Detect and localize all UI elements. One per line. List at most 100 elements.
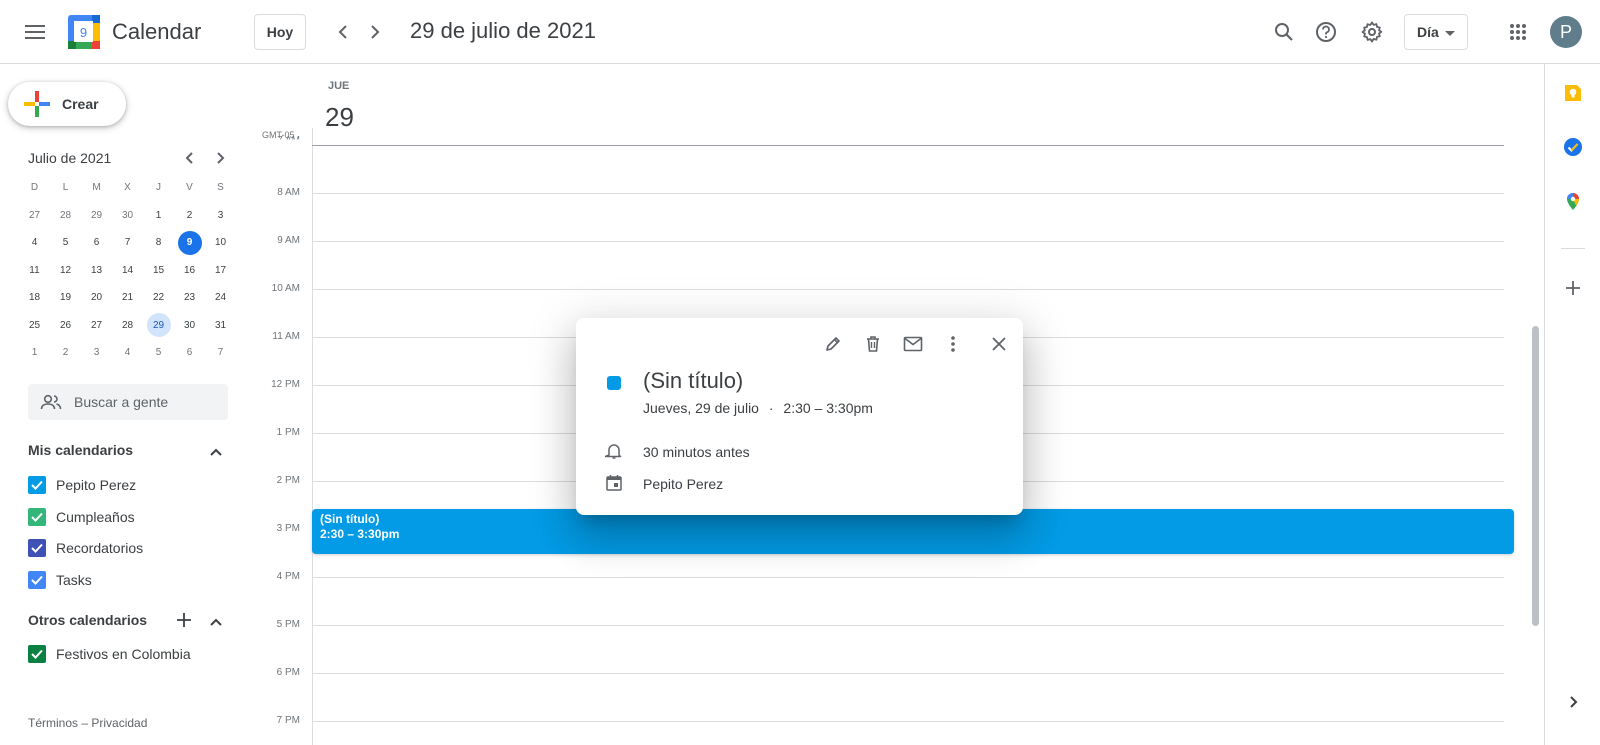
mini-calendar-day[interactable]: 9 (174, 230, 205, 255)
sidebar: Crear Julio de 2021 D L M X J V S 27 28 29 30 1 2 3 4 5… (0, 64, 256, 745)
mini-calendar-day[interactable]: 24 (205, 286, 236, 310)
hour-label: 10 AM (271, 283, 300, 294)
email-guests-button[interactable] (895, 326, 931, 362)
main-menu-button[interactable] (15, 12, 55, 52)
calendar-list-item[interactable]: Tasks (28, 570, 92, 589)
tasks-button[interactable] (1563, 137, 1583, 157)
mini-calendar-day[interactable]: 5 (50, 231, 81, 255)
google-apps-button[interactable] (1498, 12, 1538, 52)
mini-calendar-day[interactable]: 27 (19, 203, 50, 227)
mini-calendar-day[interactable]: 3 (81, 341, 112, 365)
calendar-list-item[interactable]: Recordatorios (28, 539, 143, 557)
mini-calendar-day[interactable]: 8 (143, 231, 174, 255)
mini-calendar-day[interactable]: 6 (174, 341, 205, 365)
mini-calendar-day[interactable]: 30 (174, 313, 205, 337)
mini-calendar-day[interactable]: 22 (143, 286, 174, 310)
mini-calendar-day-label: 11 (29, 264, 40, 276)
next-period-button[interactable] (355, 12, 395, 52)
calendar-event[interactable]: (Sin título) 2:30 – 3:30pm (312, 509, 1514, 554)
edit-event-button[interactable] (815, 326, 851, 362)
calendar-name: Tasks (56, 571, 92, 588)
mini-calendar-day[interactable]: 23 (174, 286, 205, 310)
maps-button[interactable] (1563, 191, 1583, 211)
mini-calendar-day-label: 30 (183, 319, 196, 331)
view-selector[interactable]: Día (1404, 14, 1468, 50)
more-options-button[interactable] (935, 326, 971, 362)
mini-calendar-day[interactable]: 21 (112, 286, 143, 310)
calendar-checkbox[interactable] (28, 539, 46, 557)
keep-button[interactable] (1563, 83, 1583, 103)
mini-calendar-day[interactable]: 29 (81, 203, 112, 227)
mini-calendar-day[interactable]: 5 (143, 341, 174, 365)
mini-calendar-day[interactable]: 20 (81, 286, 112, 310)
mini-calendar-day[interactable]: 28 (50, 203, 81, 227)
mini-calendar-day[interactable]: 4 (112, 341, 143, 365)
calendar-list-item[interactable]: Pepito Perez (28, 476, 136, 494)
create-button[interactable]: Crear (8, 82, 126, 126)
close-popup-button[interactable] (981, 326, 1017, 362)
calendar-checkbox[interactable] (28, 570, 46, 589)
mini-calendar-day[interactable]: 31 (205, 313, 236, 337)
get-addons-button[interactable] (1563, 278, 1583, 298)
weekday-label: L (62, 182, 69, 194)
calendar-checkbox[interactable] (28, 507, 46, 526)
hour-label: 12 PM (271, 379, 300, 390)
maps-icon (1567, 193, 1579, 210)
mini-calendar-prev-button[interactable] (178, 146, 202, 170)
collapse-other-calendars-button[interactable] (206, 612, 226, 632)
help-button[interactable] (1306, 12, 1346, 52)
calendar-list-item[interactable]: Cumpleaños (28, 507, 135, 526)
collapse-my-calendars-button[interactable] (206, 442, 226, 462)
mini-calendar-week: 11 12 13 14 15 16 17 (19, 257, 237, 285)
delete-event-button[interactable] (855, 326, 891, 362)
mini-calendar-day[interactable]: 10 (205, 231, 236, 255)
chevron-right-icon (1570, 696, 1578, 708)
grid-scrollbar[interactable] (1532, 326, 1539, 626)
mini-calendar-day[interactable]: 17 (205, 258, 236, 282)
mini-calendar-day[interactable]: 6 (81, 231, 112, 255)
check-icon (31, 480, 43, 490)
people-search-input[interactable]: Buscar a gente (28, 384, 228, 420)
mini-calendar-day-label: 20 (90, 292, 103, 304)
mini-calendar-day[interactable]: 7 (205, 341, 236, 365)
mini-calendar-day[interactable]: 2 (174, 203, 205, 227)
mini-calendar-day-label: 15 (152, 264, 165, 276)
calendar-checkbox[interactable] (28, 476, 46, 494)
account-avatar[interactable]: P (1550, 16, 1582, 48)
mini-calendar-day[interactable]: 16 (174, 258, 205, 282)
calendar-list-item[interactable]: Festivos en Colombia (28, 645, 191, 663)
day-number[interactable]: 29 (325, 102, 354, 133)
calendar-checkbox[interactable] (28, 645, 46, 663)
mini-calendar-day[interactable]: 12 (50, 258, 81, 282)
terms-privacy-link[interactable]: Términos – Privacidad (28, 716, 147, 730)
today-button[interactable]: Hoy (254, 14, 306, 50)
popup-event-title: (Sin título) (643, 368, 744, 393)
mini-calendar-day[interactable]: 27 (81, 313, 112, 337)
mini-calendar-next-button[interactable] (208, 146, 232, 170)
mini-calendar-day[interactable]: 2 (50, 341, 81, 365)
mini-calendar-day[interactable]: 14 (112, 258, 143, 282)
expand-panel-button[interactable] (1563, 692, 1583, 712)
hour-label: 7 PM (276, 715, 300, 726)
mini-calendar-day[interactable]: 28 (112, 313, 143, 337)
mini-calendar-day[interactable]: 29 (143, 313, 174, 338)
mini-calendar-day[interactable]: 4 (19, 231, 50, 255)
search-button[interactable] (1264, 12, 1304, 52)
mini-calendar-day[interactable]: 18 (19, 286, 50, 310)
mini-calendar-day[interactable]: 11 (19, 258, 50, 282)
hour-gridline (312, 625, 1504, 626)
mini-calendar-day[interactable]: 15 (143, 258, 174, 282)
mini-calendar-day[interactable]: 19 (50, 286, 81, 310)
mini-calendar-day[interactable]: 25 (19, 313, 50, 337)
settings-button[interactable] (1352, 12, 1392, 52)
plus-icon (177, 613, 191, 627)
mini-calendar-day[interactable]: 26 (50, 313, 81, 337)
add-other-calendar-button[interactable] (174, 610, 194, 630)
mini-calendar-day[interactable]: 30 (112, 203, 143, 227)
apps-grid-icon (1510, 24, 1526, 40)
mini-calendar-day[interactable]: 1 (19, 341, 50, 365)
mini-calendar-day[interactable]: 3 (205, 203, 236, 227)
mini-calendar-day[interactable]: 1 (143, 203, 174, 227)
mini-calendar-day[interactable]: 7 (112, 231, 143, 255)
mini-calendar-day[interactable]: 13 (81, 258, 112, 282)
